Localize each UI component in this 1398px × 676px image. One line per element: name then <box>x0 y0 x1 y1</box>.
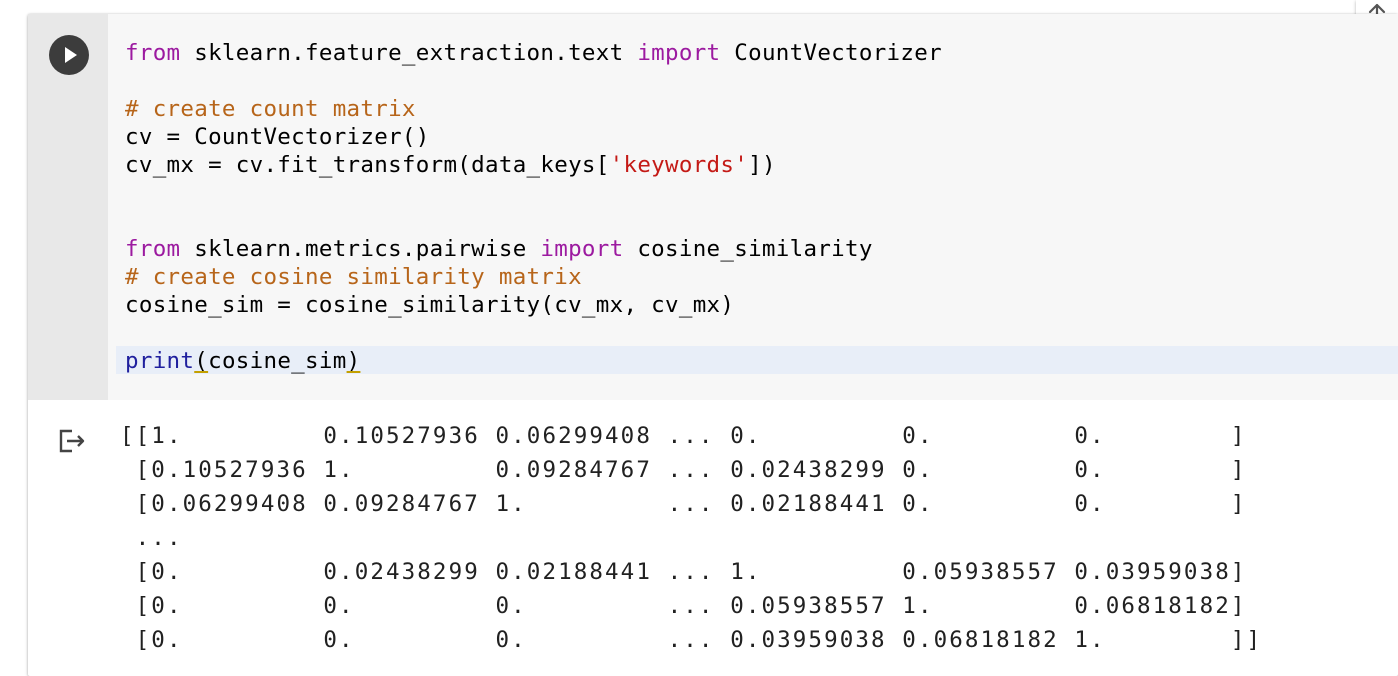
code-token: ( <box>194 348 209 374</box>
code-token: cv = CountVectorizer() <box>125 124 430 150</box>
code-line: cv = CountVectorizer() <box>125 123 430 151</box>
code-token: cosine_similarity <box>623 236 873 262</box>
notebook: from sklearn.feature_extraction.text imp… <box>0 0 1398 676</box>
code-token: ]) <box>748 152 776 178</box>
code-token: cv_mx = cv.fit_transform(data_keys[ <box>125 152 610 178</box>
code-token: cosine_sim = cosine_similarity(cv_mx, cv… <box>125 292 735 318</box>
code-line: cv_mx = cv.fit_transform(data_keys['keyw… <box>125 151 776 179</box>
code-token: cosine_sim <box>208 348 347 374</box>
output-line: [0.06299408 0.09284767 1. ... 0.02188441… <box>120 491 1247 517</box>
code-token: print <box>125 348 195 374</box>
code-line: # create count matrix <box>125 95 416 123</box>
code-line: cosine_sim = cosine_similarity(cv_mx, cv… <box>125 291 734 319</box>
code-token: from <box>125 236 181 262</box>
output-line: [0. 0. 0. ... 0.03959038 0.06818182 1. ]… <box>120 627 1263 653</box>
code-line: print(cosine_sim) <box>125 347 360 375</box>
output-line: ... <box>120 525 183 551</box>
code-token: # create count matrix <box>125 96 416 122</box>
code-token: 'keywords' <box>609 152 749 178</box>
code-line: from sklearn.metrics.pairwise import cos… <box>125 235 873 263</box>
code-token: # create cosine similarity matrix <box>125 264 582 290</box>
output-line: [[1. 0.10527936 0.06299408 ... 0. 0. 0. … <box>120 423 1247 449</box>
cell-gutter <box>28 14 108 400</box>
output-line: [0.10527936 1. 0.09284767 ... 0.02438299… <box>120 457 1247 483</box>
code-cell[interactable]: from sklearn.feature_extraction.text imp… <box>28 14 1398 676</box>
code-token: sklearn.feature_extraction.text <box>180 40 638 66</box>
code-line: # create cosine similarity matrix <box>125 263 582 291</box>
play-icon <box>65 47 77 63</box>
output-line: [0. 0.02438299 0.02188441 ... 1. 0.05938… <box>120 559 1247 585</box>
code-token: import <box>637 40 721 66</box>
code-line: from sklearn.feature_extraction.text imp… <box>125 39 942 67</box>
output-line: [0. 0. 0. ... 0.05938557 1. 0.06818182] <box>120 593 1247 619</box>
code-token: sklearn.metrics.pairwise <box>180 236 541 262</box>
code-token: from <box>125 40 181 66</box>
code-token: CountVectorizer <box>720 40 942 66</box>
code-editor[interactable]: from sklearn.feature_extraction.text imp… <box>108 14 1398 400</box>
code-token: import <box>540 236 624 262</box>
output-arrow-icon[interactable] <box>58 426 88 456</box>
code-token: ) <box>346 348 361 374</box>
run-cell-button[interactable] <box>49 35 89 75</box>
